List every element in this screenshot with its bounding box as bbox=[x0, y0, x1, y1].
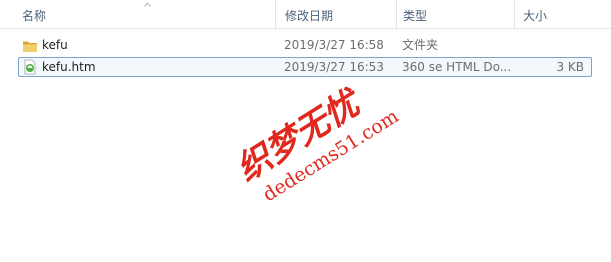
file-modified: 2019/3/27 16:53 bbox=[284, 60, 384, 74]
column-header-name[interactable]: 名称 bbox=[18, 0, 275, 28]
file-name: kefu.htm bbox=[42, 60, 96, 74]
file-size: 3 KB bbox=[556, 60, 584, 74]
file-row-kefu-htm[interactable]: kefu.htm 2019/3/27 16:53 360 se HTML Do.… bbox=[18, 57, 592, 77]
column-header-size[interactable]: 大小 bbox=[514, 0, 611, 28]
file-modified: 2019/3/27 16:58 bbox=[284, 38, 384, 52]
watermark-cjk-text: 织梦无忧 bbox=[230, 81, 371, 190]
folder-icon bbox=[23, 41, 37, 52]
watermark-url-text: dedecms51.com bbox=[259, 105, 403, 206]
column-header-modified[interactable]: 修改日期 bbox=[275, 0, 396, 28]
file-type: 文件夹 bbox=[402, 38, 439, 52]
site-watermark: 织梦无忧 dedecms51.com bbox=[230, 81, 403, 206]
file-type: 360 se HTML Do... bbox=[402, 60, 510, 74]
file-row-kefu-folder[interactable]: kefu 2019/3/27 16:58 文件夹 bbox=[18, 36, 592, 56]
column-header-type[interactable]: 类型 bbox=[396, 0, 514, 28]
html-file-icon bbox=[24, 59, 36, 75]
file-name: kefu bbox=[42, 38, 68, 52]
column-header-bar: 名称 修改日期 类型 大小 bbox=[0, 0, 611, 29]
